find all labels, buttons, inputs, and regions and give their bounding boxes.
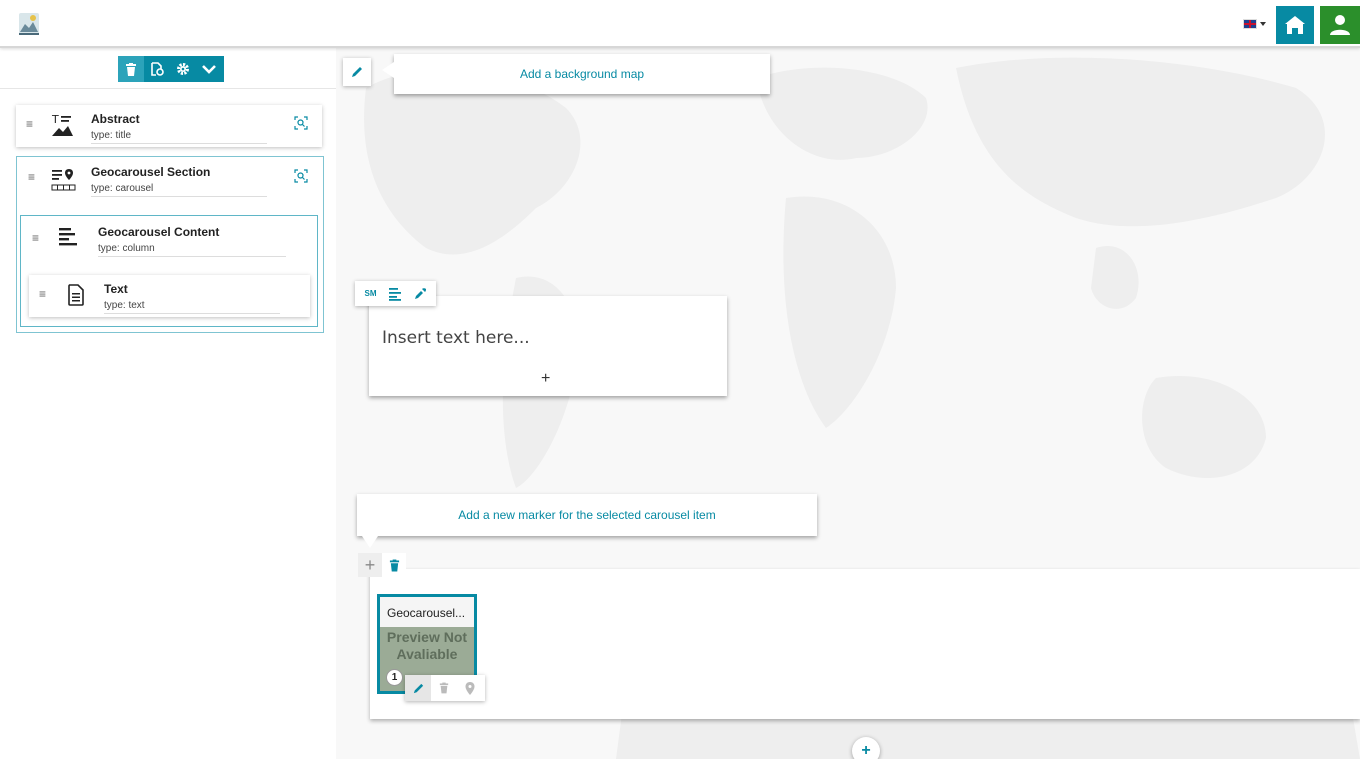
user-button[interactable] <box>1320 6 1360 44</box>
text-block-toolbar: SM <box>355 281 436 306</box>
language-selector[interactable] <box>1243 19 1266 29</box>
home-icon <box>1285 16 1305 34</box>
align-left-icon[interactable] <box>388 287 402 301</box>
node-title: Geocarousel Section <box>91 165 211 179</box>
node-type: type: text <box>104 300 280 314</box>
text-block[interactable]: Insert text here... + <box>369 296 727 396</box>
delete-item-button[interactable] <box>431 675 457 701</box>
tree-toolbar <box>118 56 224 82</box>
node-type: type: title <box>91 130 267 144</box>
carousel-block-icon <box>51 169 76 191</box>
preview-icon <box>151 62 164 76</box>
node-type: type: carousel <box>91 183 267 197</box>
trash-icon <box>389 559 399 571</box>
collapse-button[interactable] <box>196 56 222 82</box>
trash-icon <box>439 682 449 694</box>
top-bar <box>0 0 1360 48</box>
tree-node-abstract[interactable]: ≡ T Abstract type: title <box>16 105 322 147</box>
geostory-logo-icon[interactable] <box>16 10 42 38</box>
toolbar-divider <box>0 88 336 89</box>
story-tree-panel: ≡ T Abstract type: title ≡ Geocarousel S… <box>0 48 336 759</box>
drag-handle-icon[interactable]: ≡ <box>39 287 46 301</box>
delete-carousel-button[interactable] <box>382 553 406 577</box>
node-type: type: column <box>98 243 286 257</box>
size-selector[interactable]: SM <box>365 289 377 298</box>
drag-handle-icon[interactable]: ≡ <box>26 117 33 131</box>
preview-unavailable-text: Preview Not Avaliable <box>386 629 468 662</box>
edit-item-button[interactable] <box>405 675 431 701</box>
zoom-to-icon[interactable] <box>294 116 308 130</box>
delete-button[interactable] <box>118 56 144 82</box>
uk-flag-icon <box>1243 19 1257 29</box>
drag-handle-icon[interactable]: ≡ <box>28 170 35 184</box>
title-block-icon: T <box>51 113 73 136</box>
column-block-icon <box>59 228 77 246</box>
drag-handle-icon[interactable]: ≡ <box>32 231 39 245</box>
add-carousel-item-button[interactable]: + <box>358 553 382 577</box>
home-button[interactable] <box>1276 6 1314 44</box>
node-title: Text <box>104 282 128 296</box>
preview-button[interactable] <box>144 56 170 82</box>
carousel-toolbar: + <box>358 553 408 577</box>
map-marker-icon <box>465 681 475 695</box>
node-title: Abstract <box>91 112 140 126</box>
carousel-item-toolbar <box>405 675 485 701</box>
text-block-icon <box>68 284 84 306</box>
user-icon <box>1330 15 1350 35</box>
settings-button[interactable] <box>170 56 196 82</box>
carousel-item-index: 1 <box>386 669 403 686</box>
pencil-icon <box>413 683 423 693</box>
text-placeholder[interactable]: Insert text here... <box>382 328 530 348</box>
node-title: Geocarousel Content <box>98 225 220 239</box>
add-block-button[interactable]: + <box>541 370 550 388</box>
zoom-to-icon[interactable] <box>294 169 308 183</box>
gear-icon <box>177 63 189 75</box>
add-marker-tooltip: Add a new marker for the selected carous… <box>357 494 817 548</box>
carousel-strip <box>370 569 1360 719</box>
svg-text:T: T <box>51 113 59 126</box>
tooltip-text: Add a new marker for the selected carous… <box>458 508 716 522</box>
eyedropper-icon[interactable] <box>413 287 427 301</box>
add-section-button[interactable]: + <box>852 737 880 759</box>
chevron-down-icon <box>202 65 216 74</box>
edit-background-button[interactable] <box>343 58 371 86</box>
pencil-icon <box>352 67 362 77</box>
tree-node-text[interactable]: ≡ Text type: text <box>29 275 310 317</box>
tree-node-geocarousel-section[interactable]: ≡ Geocarousel Section type: carousel <box>18 158 322 200</box>
tree-node-geocarousel-content[interactable]: ≡ Geocarousel Content type: column <box>22 217 316 263</box>
marker-item-button[interactable] <box>457 675 483 701</box>
tooltip-text: Add a background map <box>519 67 645 81</box>
trash-icon <box>126 62 136 76</box>
carousel-item-caption: Geocarousel... <box>380 597 474 627</box>
add-background-map-tooltip: Add a background map <box>382 54 770 94</box>
caret-down-icon <box>1260 22 1266 26</box>
